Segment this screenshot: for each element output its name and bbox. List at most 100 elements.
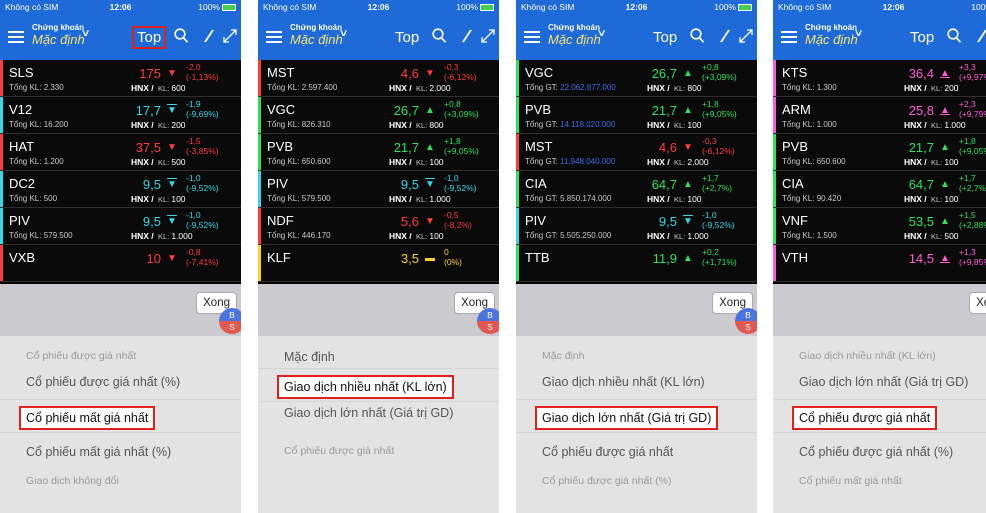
total-volume-value: 14.118.020.000	[560, 120, 616, 129]
stock-row[interactable]: MST Tổng GT: 11.948.040.000 4,6 ▼ -0,3 (-6,12…	[516, 134, 757, 171]
watchlist-selector[interactable]: Chứng khoán Mặc định	[32, 23, 85, 47]
picker-option-selected[interactable]: Cổ phiếu được giá nhất	[773, 406, 986, 430]
expand-icon[interactable]	[738, 28, 754, 48]
stock-row[interactable]: PIV Tổng KL: 579.500 9,5 ▼ -1,0 (-9,52%) HNX /…	[0, 208, 241, 245]
stock-row[interactable]: ARM Tổng KL: 1.000 25,8 ▲ +2,3(+9,79%) HNX / K…	[773, 97, 986, 134]
stock-row[interactable]: DC2 Tổng KL: 500 9,5 ▼ -1,0 (-9,52%) HNX / KL: …	[0, 171, 241, 208]
watchlist-selector[interactable]: Chứng khoán Mặc định	[290, 23, 343, 47]
stock-row[interactable]: TTB 11,9 ▲ +0,2 (+1,71%)	[516, 245, 757, 282]
chevron-down-icon[interactable]: ∨	[597, 28, 607, 39]
arrow-down-icon: ▼	[167, 68, 177, 79]
hamburger-icon[interactable]	[266, 31, 282, 43]
arrow-up-icon: ▲	[940, 179, 950, 190]
last-volume-label: KL:	[416, 158, 430, 167]
stock-row[interactable]: PVB Tổng KL: 650.600 21,7 ▲ +1,8(+9,05%) HNX …	[773, 134, 986, 171]
stock-row[interactable]: VGC Tổng KL: 826.310 26,7 ▲ +0,8 (+3,09%) HNX …	[258, 97, 499, 134]
change-value: +1,5	[959, 210, 976, 220]
buy-sell-button[interactable]: BS	[219, 308, 241, 334]
total-volume: Tổng GT: 14.118.020.000	[525, 120, 615, 129]
last-volume-value: 1.000	[944, 120, 966, 130]
stock-row[interactable]: PVB Tổng KL: 650.600 21,7 ▲ +1,8(+9,05%) HNX …	[258, 134, 499, 171]
watchlist-selector[interactable]: Chứng khoán Mặc định	[805, 23, 858, 47]
picker-option-selected[interactable]: Giao dịch nhiều nhất (KL lớn)	[258, 375, 499, 399]
watchlist-selector[interactable]: Chứng khoán Mặc định	[548, 23, 601, 47]
picker-option[interactable]: Cổ phiếu được giá nhất (%)	[773, 445, 986, 459]
stock-price: 9,5	[142, 214, 161, 229]
change-percent: (+9,79%)	[959, 109, 986, 119]
stock-symbol: VNF	[782, 213, 808, 228]
expand-icon[interactable]	[222, 28, 238, 48]
stock-row[interactable]: VXB 10 ▼ -0,8 (-7,41%)	[0, 245, 241, 282]
stock-row[interactable]: PVB Tổng GT: 14.118.020.000 21,7 ▲ +1,8 (+9,0…	[516, 97, 757, 134]
hamburger-icon[interactable]	[781, 31, 797, 43]
total-volume: Tổng GT: 5.505.250.000	[525, 231, 611, 240]
buy-sell-button[interactable]: BS	[477, 308, 499, 334]
price-change: -1,5 (-3,85%)	[186, 136, 219, 156]
picker-option[interactable]: Cổ phiếu được giá nhất (%)	[0, 375, 241, 389]
stock-row[interactable]: VNF Tổng KL: 1.500 53,5 ▲ +1,5(+2,88%) HNX / K…	[773, 208, 986, 245]
stock-row[interactable]: PIV Tổng GT: 5.505.250.000 9,5 ▼ -1,0 (-9,52%…	[516, 208, 757, 245]
stock-row[interactable]: SLS Tổng KL: 2.330 175 ▼ -2,0 (-1,13%) HNX / KL…	[0, 60, 241, 97]
buy-sell-button[interactable]: BS	[735, 308, 757, 334]
row-color-bar	[773, 171, 776, 207]
picker-option[interactable]: Giao dịch lớn nhất (Giá trị GD)	[258, 406, 499, 420]
total-volume-label: Tổng GT:	[525, 194, 561, 203]
selected-option-highlight: Giao dịch nhiều nhất (KL lớn)	[277, 375, 454, 399]
search-icon[interactable]	[947, 28, 962, 48]
change-percent: (-6,12%)	[702, 146, 735, 156]
hamburger-icon[interactable]	[524, 31, 540, 43]
status-bar: Không có SIM12:06100%	[516, 0, 757, 14]
top-button[interactable]: Top	[907, 28, 937, 47]
last-volume: KL: 2.000	[674, 157, 709, 167]
total-volume-value: 1.200	[43, 157, 64, 166]
picker-option[interactable]: Cổ phiếu mất giá nhất (%)	[0, 445, 241, 459]
stock-row[interactable]: KLF 3,5 ▬ 0 (0%)	[258, 245, 499, 282]
picker-option[interactable]: Cổ phiếu được giá nhất (%)	[516, 475, 757, 487]
top-button[interactable]: Top	[131, 26, 167, 49]
picker-option[interactable]: Giao dịch nhiều nhất (KL lớn)	[773, 350, 986, 362]
expand-icon[interactable]	[480, 28, 496, 48]
total-volume-label: Tổng KL:	[782, 231, 817, 240]
picker-option-selected[interactable]: Giao dịch lớn nhất (Giá trị GD)	[516, 406, 757, 430]
search-icon[interactable]	[690, 28, 705, 48]
search-icon[interactable]	[432, 28, 447, 48]
last-volume: KL: 100	[931, 194, 959, 204]
pencil-icon[interactable]	[202, 28, 216, 48]
stock-row[interactable]: NDF Tổng KL: 446.170 5,6 ▼ -0,5 (-8,2%) HNX / K…	[258, 208, 499, 245]
stock-row[interactable]: MST Tổng KL: 2.597.400 4,6 ▼ -0,3 (-6,12%) HNX…	[258, 60, 499, 97]
picker-option[interactable]: Giao dịch lớn nhất (Giá trị GD)	[773, 375, 986, 389]
stock-row[interactable]: PIV Tổng KL: 579.500 9,5 ▼ -1,0 (-9,52%) HNX /…	[258, 171, 499, 208]
stock-row[interactable]: CIA Tổng GT: 5.850.174.000 64,7 ▲ +1,7 (+2,7%…	[516, 171, 757, 208]
picker-option[interactable]: Giao dịch nhiều nhất (KL lớn)	[516, 375, 757, 389]
picker-option-selected[interactable]: Cổ phiếu mất giá nhất	[0, 406, 241, 430]
pencil-icon[interactable]	[975, 28, 986, 48]
last-volume-label: KL:	[674, 232, 688, 241]
stock-row[interactable]: HAT Tổng KL: 1.200 37,5 ▼ -1,5 (-3,85%) HNX / K…	[0, 134, 241, 171]
arrow-down-icon: ▼	[425, 216, 435, 227]
done-button[interactable]: Xong	[969, 292, 986, 314]
stock-row[interactable]: VTH 14,5 ▲ +1,3(+9,85%)	[773, 245, 986, 282]
stock-row[interactable]: CIA Tổng KL: 90.420 64,7 ▲ +1,7 (+2,7%) HNX / K…	[773, 171, 986, 208]
chevron-down-icon[interactable]: ∨	[339, 28, 349, 39]
stock-row[interactable]: KTS Tổng KL: 1.300 36,4 ▲ +3,3(+9,97%) HNX / K…	[773, 60, 986, 97]
picker-option[interactable]: Cổ phiếu được giá nhất	[0, 350, 241, 362]
change-percent: (+2,7%)	[959, 183, 986, 193]
search-icon[interactable]	[174, 28, 189, 48]
picker-option[interactable]: Mặc định	[516, 350, 757, 362]
hamburger-icon[interactable]	[8, 31, 24, 43]
pencil-icon[interactable]	[718, 28, 732, 48]
chevron-down-icon[interactable]: ∨	[81, 28, 91, 39]
picker-option[interactable]: Cổ phiếu được giá nhất	[516, 445, 757, 459]
stock-row[interactable]: V12 Tổng KL: 16.200 17,7 ▼ -1,9 (-9,69%) HNX /…	[0, 97, 241, 134]
pencil-icon[interactable]	[460, 28, 474, 48]
picker-option[interactable]: Cổ phiếu mất giá nhất	[773, 475, 986, 487]
picker-option[interactable]: Giao dịch không đổi	[0, 475, 241, 487]
last-volume-label: KL:	[158, 121, 172, 130]
stock-price: 175	[139, 66, 161, 81]
top-button[interactable]: Top	[650, 28, 680, 47]
picker-option[interactable]: Cổ phiếu được giá nhất	[258, 445, 499, 457]
chevron-down-icon[interactable]: ∨	[854, 28, 864, 39]
stock-row[interactable]: VGC Tổng GT: 22.062.677.000 26,7 ▲ +0,8 (+3,0…	[516, 60, 757, 97]
top-button[interactable]: Top	[392, 28, 422, 47]
picker-option[interactable]: Mặc định	[258, 350, 499, 364]
